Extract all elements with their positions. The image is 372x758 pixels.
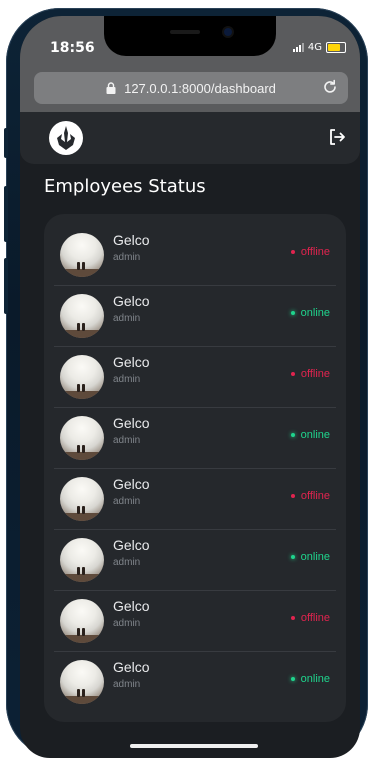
employee-name: Gelco (113, 659, 150, 675)
phone-screen: 18:56 4G 127.0.0.1:8000/dashboard Employ… (20, 16, 360, 758)
employee-list: Gelco admin offline Gelco admin online G… (44, 214, 346, 722)
list-item[interactable]: Gelco admin online (54, 651, 336, 712)
employee-name: Gelco (113, 232, 150, 248)
status-text: online (300, 307, 330, 319)
status-text: offline (300, 612, 330, 624)
status-dot-icon (290, 616, 295, 620)
network-label: 4G (307, 42, 322, 53)
status-badge: offline (290, 490, 330, 502)
avatar (60, 294, 104, 338)
battery-icon (326, 42, 346, 53)
employee-name: Gelco (113, 598, 150, 614)
status-text: offline (300, 246, 330, 258)
side-button-mute (4, 128, 8, 158)
list-item[interactable]: Gelco admin offline (54, 468, 336, 530)
status-badge: offline (290, 612, 330, 624)
status-dot-icon (290, 372, 295, 376)
list-item[interactable]: Gelco admin online (54, 529, 336, 591)
status-text: online (300, 551, 330, 563)
camera (224, 28, 232, 36)
app-header (20, 112, 360, 164)
status-dot-icon (290, 494, 295, 498)
status-dot-icon (290, 555, 295, 559)
avatar (60, 355, 104, 399)
side-button-volume-down (4, 258, 8, 314)
status-indicators: 4G (292, 42, 346, 53)
avatar (60, 233, 104, 277)
sign-out-icon[interactable] (328, 128, 346, 150)
status-badge: online (290, 551, 330, 563)
reload-icon[interactable] (322, 79, 338, 98)
status-badge: online (290, 429, 330, 441)
status-text: online (300, 673, 330, 685)
speaker (170, 30, 200, 34)
signal-icon (292, 43, 304, 52)
status-text: online (300, 429, 330, 441)
status-bar: 18:56 4G (20, 16, 360, 66)
employee-name: Gelco (113, 537, 150, 553)
url-text: 127.0.0.1:8000/dashboard (124, 80, 276, 96)
status-text: offline (300, 490, 330, 502)
status-badge: online (290, 673, 330, 685)
list-item[interactable]: Gelco admin offline (54, 590, 336, 652)
side-button-volume-up (4, 186, 8, 242)
employee-name: Gelco (113, 293, 150, 309)
employee-role: admin (113, 679, 141, 690)
employee-role: admin (113, 618, 141, 629)
status-dot-icon (290, 250, 295, 254)
home-indicator[interactable] (130, 744, 258, 748)
address-bar[interactable]: 127.0.0.1:8000/dashboard (34, 72, 348, 104)
employee-name: Gelco (113, 476, 150, 492)
employee-role: admin (113, 435, 141, 446)
avatar (60, 538, 104, 582)
status-time: 18:56 (50, 40, 95, 56)
list-item[interactable]: Gelco admin offline (54, 346, 336, 408)
status-badge: offline (290, 246, 330, 258)
list-item[interactable]: Gelco admin online (54, 285, 336, 347)
employee-role: admin (113, 374, 141, 385)
employee-name: Gelco (113, 415, 150, 431)
status-dot-icon (290, 433, 295, 437)
list-item[interactable]: Gelco admin online (54, 407, 336, 469)
employee-name: Gelco (113, 354, 150, 370)
status-badge: online (290, 307, 330, 319)
notch (104, 16, 276, 56)
rebel-alliance-icon[interactable] (48, 120, 84, 160)
list-item[interactable]: Gelco admin offline (54, 224, 336, 286)
browser-toolbar: 127.0.0.1:8000/dashboard (20, 66, 360, 112)
status-badge: offline (290, 368, 330, 380)
status-dot-icon (290, 677, 295, 681)
employee-role: admin (113, 557, 141, 568)
status-text: offline (300, 368, 330, 380)
status-dot-icon (290, 311, 295, 315)
page-title: Employees Status (44, 176, 206, 197)
lock-icon (106, 82, 116, 94)
employee-role: admin (113, 252, 141, 263)
avatar (60, 599, 104, 643)
avatar (60, 660, 104, 704)
avatar (60, 416, 104, 460)
employee-role: admin (113, 313, 141, 324)
avatar (60, 477, 104, 521)
employee-role: admin (113, 496, 141, 507)
